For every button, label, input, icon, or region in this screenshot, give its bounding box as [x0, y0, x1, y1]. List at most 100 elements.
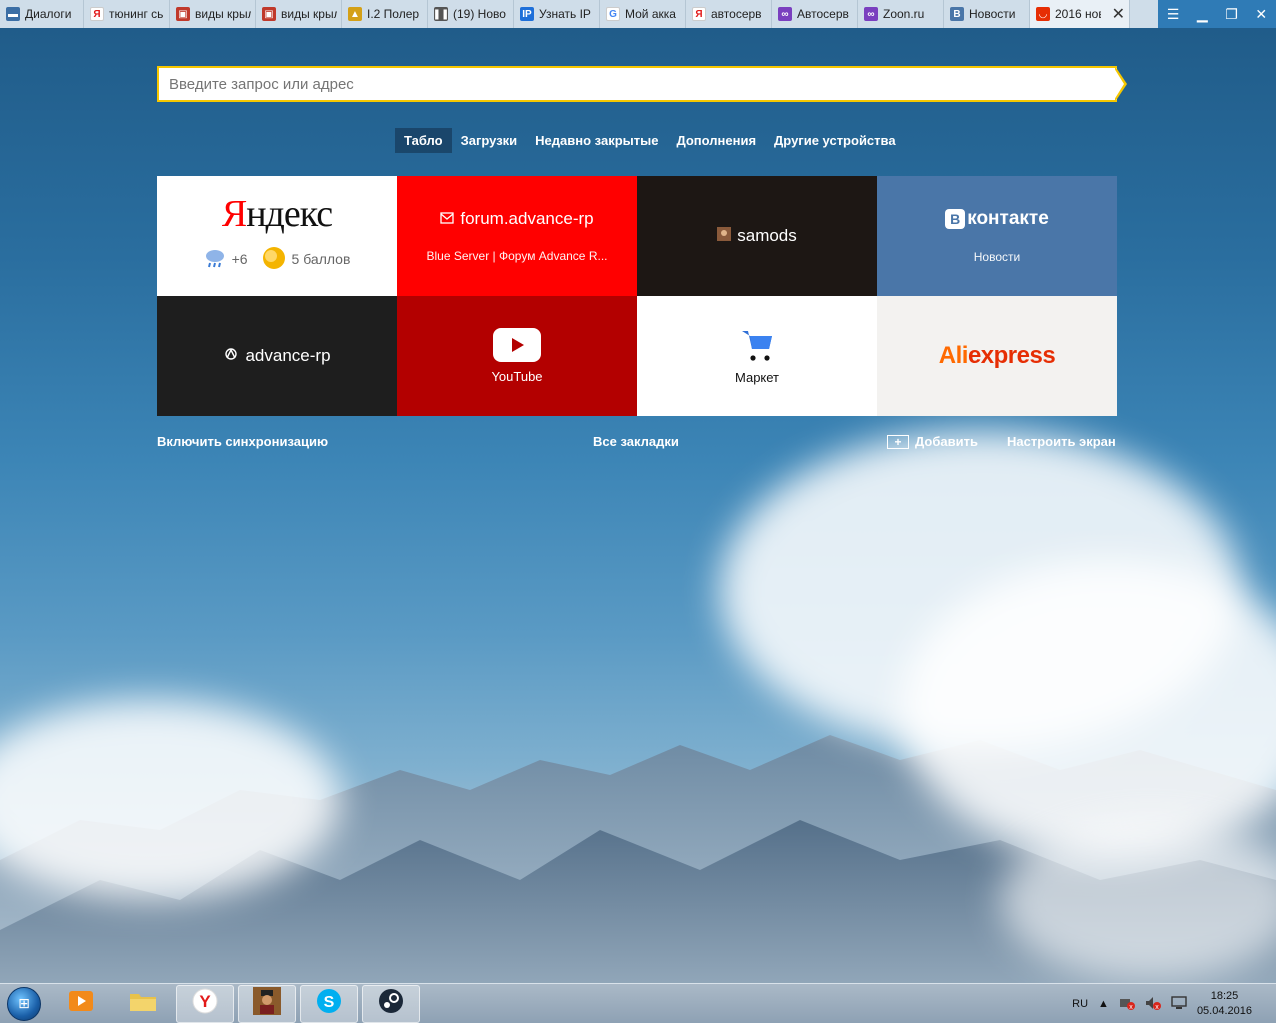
market-title: Маркет	[734, 370, 780, 385]
tab-label: Узнать IP	[539, 7, 591, 21]
zoon-icon: ∞	[778, 7, 792, 21]
browser-tab[interactable]: ◡ 2016 нов ✕	[1030, 0, 1130, 28]
youtube-play-icon	[493, 328, 541, 367]
speed-dial-footer: Включить синхронизацию Все закладки + До…	[157, 434, 1117, 454]
speed-dial-grid: Яндекс +6 5 баллов forum.advance-rp Blue…	[157, 176, 1117, 416]
browser-tab[interactable]: Ятюнинг сь	[84, 0, 170, 28]
customize-screen-link[interactable]: Настроить экран	[1007, 434, 1116, 449]
advance-logo-icon	[223, 346, 239, 366]
taskbar-media-player[interactable]	[52, 985, 110, 1023]
cart-icon	[739, 327, 775, 368]
volume-muted-icon[interactable]: x	[1145, 996, 1161, 1013]
tray-expand-icon[interactable]: ▲	[1098, 998, 1109, 1010]
svg-text:S: S	[324, 994, 335, 1011]
google-icon: G	[606, 7, 620, 21]
pause-icon: ❚❚	[432, 7, 450, 21]
nav-other-devices[interactable]: Другие устройства	[765, 128, 905, 153]
traffic-icon	[262, 246, 286, 273]
background-scenery	[0, 0, 1276, 1023]
close-tab-icon[interactable]: ✕	[1112, 4, 1125, 24]
maximize-icon[interactable]: ❐	[1225, 6, 1238, 23]
plus-icon: +	[887, 434, 909, 449]
folder-icon	[128, 988, 158, 1019]
ip-icon: IP	[520, 7, 534, 21]
search-input[interactable]	[159, 68, 1117, 100]
browser-tab[interactable]: В Новости	[944, 0, 1030, 28]
forum-subtitle: Blue Server | Форум Advance R...	[426, 249, 608, 263]
taskbar-steam[interactable]	[362, 984, 420, 1023]
zoon-icon: ∞	[864, 7, 878, 21]
browser-tab-bar: ▬ Диалоги Ятюнинг сь ▣ виды крыл ▣ виды крыл ▲ I…	[0, 0, 1276, 28]
weather-widget[interactable]: +6	[204, 248, 248, 271]
browser-tab[interactable]: ∞ Автосерв	[772, 0, 858, 28]
browser-tab[interactable]: IP Узнать IP	[514, 0, 600, 28]
network-error-icon[interactable]: x	[1119, 996, 1135, 1013]
tab-label: 2016 нов	[1055, 7, 1101, 21]
minimize-icon[interactable]: ▁	[1197, 6, 1208, 23]
enable-sync-link[interactable]: Включить синхронизацию	[157, 434, 328, 449]
tab-label: Новости	[969, 7, 1016, 21]
browser-tab[interactable]: ∞ Zoon.ru	[858, 0, 944, 28]
tile-advance-rp[interactable]: advance-rp	[157, 296, 397, 416]
tile-vkontakte[interactable]: Bконтакте Новости	[877, 176, 1117, 296]
close-window-icon[interactable]: ✕	[1255, 6, 1267, 23]
search-box	[157, 66, 1117, 102]
tab-label: виды крыл	[195, 7, 251, 21]
message-icon: ▬	[6, 7, 20, 21]
taskbar-yandex-browser[interactable]: Y	[176, 984, 234, 1023]
tile-market[interactable]: Маркет	[637, 296, 877, 416]
browser-tab[interactable]: G Мой акка	[600, 0, 686, 28]
traffic-value: 5 баллов	[291, 251, 351, 267]
steam-icon	[377, 987, 405, 1020]
tile-forum-advance-rp[interactable]: forum.advance-rp Blue Server | Форум Adv…	[397, 176, 637, 296]
clock[interactable]: 18:25 05.04.2016	[1197, 989, 1252, 1019]
language-indicator[interactable]: RU	[1072, 998, 1088, 1010]
tab-label: автосерв	[711, 7, 762, 21]
taskbar-skype[interactable]: S	[300, 984, 358, 1023]
youtube-title: YouTube	[491, 369, 543, 384]
vk-subtitle: Новости	[973, 250, 1021, 264]
browser-tab[interactable]: Яавтосерв	[686, 0, 772, 28]
hat-icon: ▲	[348, 7, 362, 21]
clock-time: 18:25	[1210, 990, 1239, 1002]
tile-aliexpress[interactable]: Aliexpress	[877, 296, 1117, 416]
system-tray: RU ▲ x x 18:25 05.04.2016	[1072, 984, 1276, 1023]
nav-extensions[interactable]: Дополнения	[667, 128, 765, 153]
svg-text:Y: Y	[199, 992, 211, 1011]
traffic-widget[interactable]: 5 баллов	[262, 246, 351, 273]
search-arrow-inner	[1114, 68, 1124, 100]
nav-downloads[interactable]: Загрузки	[452, 128, 527, 153]
forum-title: forum.advance-rp	[440, 209, 594, 229]
browser-tab[interactable]: ▲ I.2 Полер	[342, 0, 428, 28]
browser-tab[interactable]: ▬ Диалоги	[0, 0, 84, 28]
tile-youtube[interactable]: YouTube	[397, 296, 637, 416]
rain-cloud-icon	[204, 248, 226, 271]
svg-text:x: x	[1129, 1004, 1133, 1010]
omnibox	[157, 66, 1127, 102]
all-bookmarks-link[interactable]: Все закладки	[593, 434, 679, 449]
menu-icon[interactable]: ☰	[1167, 6, 1180, 23]
taskbar-explorer[interactable]	[114, 985, 172, 1023]
taskbar-game[interactable]	[238, 984, 296, 1023]
image-icon: ▣	[262, 7, 276, 21]
tab-label: виды крыл	[281, 7, 337, 21]
browser-tab[interactable]: ▣ виды крыл	[256, 0, 342, 28]
add-tile-button[interactable]: + Добавить	[887, 434, 978, 449]
browser-tab[interactable]: ❚❚ (19) Ново	[428, 0, 514, 28]
yandex-logo: Яндекс	[221, 192, 333, 235]
clock-date: 05.04.2016	[1196, 1005, 1252, 1017]
nav-recently-closed[interactable]: Недавно закрытые	[526, 128, 667, 153]
yandex-icon: Я	[692, 7, 706, 21]
window-controls: ☰ ▁ ❐ ✕	[1158, 0, 1276, 28]
browser-tab[interactable]: ▣ виды крыл	[170, 0, 256, 28]
aliexpress-logo: Aliexpress	[938, 342, 1056, 369]
windows-taskbar: ⊞ Y S RU ▲ x x 18:25 05.04.2016	[0, 983, 1276, 1023]
game-icon	[252, 986, 282, 1021]
tile-samods[interactable]: samods	[637, 176, 877, 296]
start-button[interactable]: ⊞	[0, 984, 48, 1023]
weather-value: +6	[231, 251, 248, 267]
vk-icon: B	[945, 209, 966, 229]
display-icon[interactable]	[1171, 995, 1187, 1013]
nav-tablo[interactable]: Табло	[395, 128, 452, 153]
tile-yandex[interactable]: Яндекс +6 5 баллов	[157, 176, 397, 296]
